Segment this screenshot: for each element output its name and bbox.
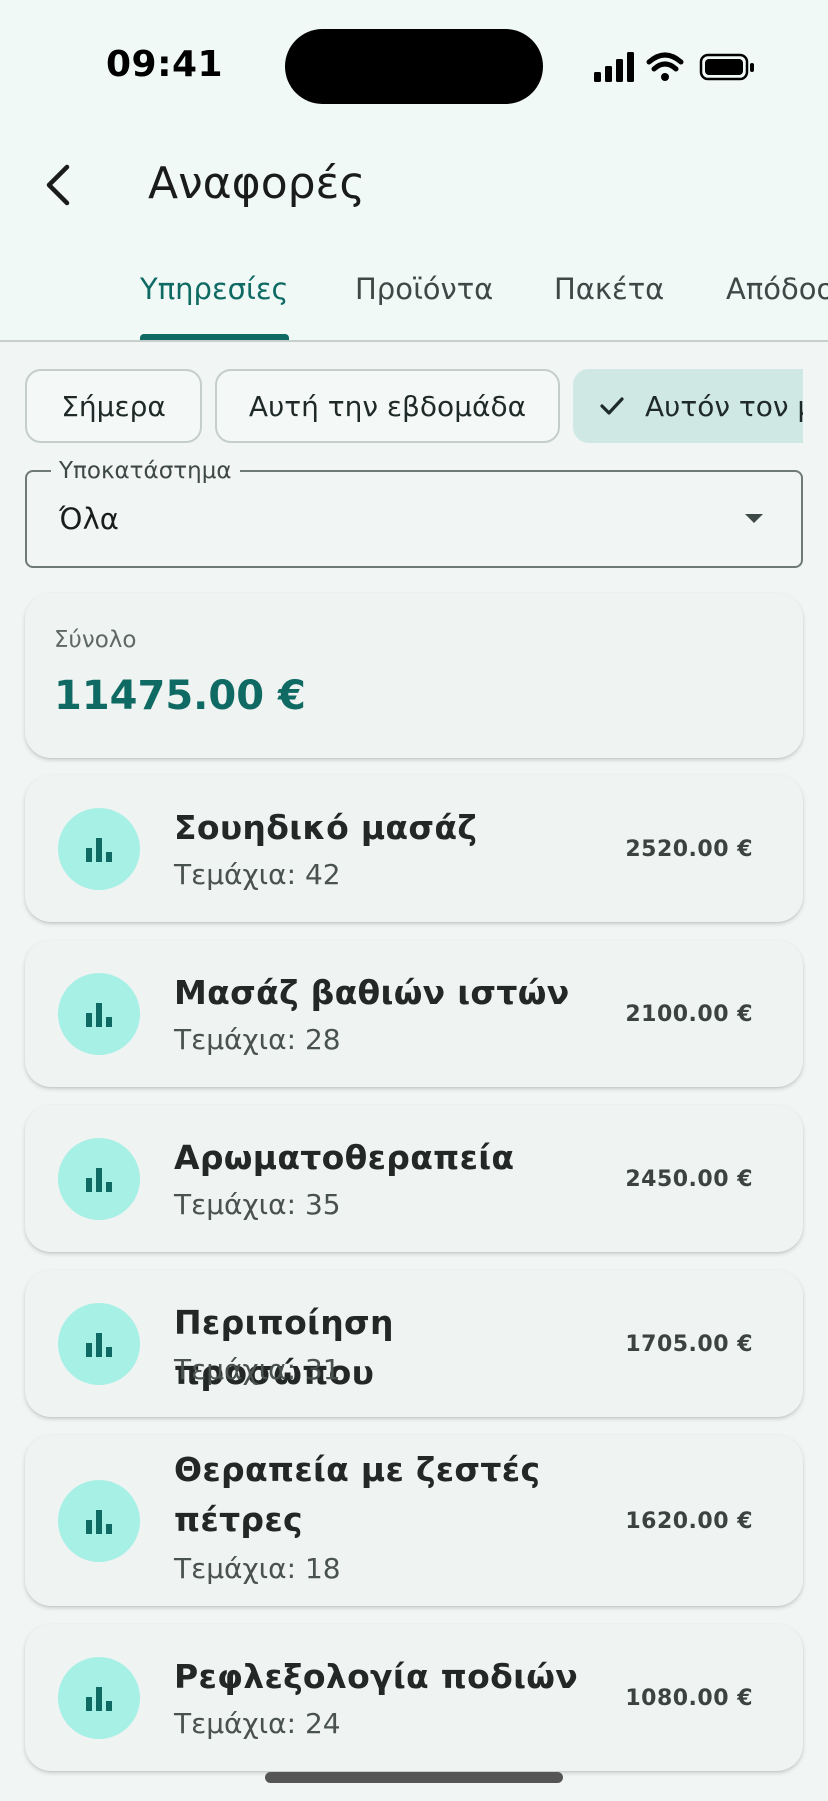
service-row[interactable]: Σουηδικό μασάζ Τεμάχια: 42 2520.00 € (25, 775, 803, 922)
service-row[interactable]: Περιποίηση προσώπου Τεμάχια: 31 1705.00 … (25, 1270, 803, 1417)
bar-chart-icon (58, 1480, 140, 1562)
service-quantity: Τεμάχια: 35 (174, 1188, 341, 1221)
wifi-icon (646, 52, 684, 81)
service-row[interactable]: Αρωματοθεραπεία Τεμάχια: 35 2450.00 € (25, 1105, 803, 1252)
chip-today-label: Σήμερα (61, 389, 166, 423)
service-quantity: Τεμάχια: 18 (174, 1552, 341, 1585)
service-amount: 2520.00 € (625, 837, 753, 862)
service-quantity: Τεμάχια: 28 (174, 1023, 341, 1056)
chip-this-month[interactable]: Αυτόν τον μήνα (573, 369, 803, 443)
total-label: Σύνολο (54, 627, 137, 653)
service-amount: 2450.00 € (625, 1167, 753, 1192)
branch-dropdown-value: Όλα (59, 502, 119, 536)
branch-dropdown[interactable]: Υποκατάστημα Όλα (25, 458, 803, 568)
service-row[interactable]: Θεραπεία με ζεστές πέτρες Τεμάχια: 18 16… (25, 1435, 803, 1606)
tabs-divider (0, 340, 828, 342)
cellular-signal-icon (594, 52, 634, 82)
page-title: Αναφορές (148, 158, 366, 209)
tab-performance[interactable]: Απόδοση (726, 272, 828, 306)
tab-packages[interactable]: Πακέτα (554, 272, 664, 306)
service-name: Σουηδικό μασάζ (174, 808, 478, 847)
service-row[interactable]: Μασάζ βαθιών ιστών Τεμάχια: 28 2100.00 € (25, 940, 803, 1087)
bar-chart-icon (58, 1138, 140, 1220)
service-name: Ρεφλεξολογία ποδιών (174, 1657, 579, 1696)
bar-chart-icon (58, 1657, 140, 1739)
bar-chart-icon (58, 973, 140, 1055)
service-quantity: Τεμάχια: 24 (174, 1707, 341, 1740)
bar-chart-icon (58, 808, 140, 890)
service-amount: 1080.00 € (625, 1686, 753, 1711)
status-icons (592, 50, 757, 86)
chip-this-week-label: Αυτή την εβδομάδα (248, 389, 527, 423)
service-amount: 1620.00 € (625, 1509, 753, 1534)
status-time: 09:41 (106, 44, 224, 85)
back-button[interactable] (28, 150, 88, 220)
chip-this-month-label: Αυτόν τον μήνα (645, 389, 803, 423)
chevron-left-icon (46, 164, 70, 206)
period-filter-chips: Σήμερα Αυτή την εβδομάδα Αυτόν τον μήνα (25, 369, 803, 447)
total-value: 11475.00 € (54, 673, 306, 719)
dropdown-arrow-icon (745, 514, 763, 523)
chip-this-week[interactable]: Αυτή την εβδομάδα (215, 369, 560, 443)
service-name: Θεραπεία με ζεστές πέτρες (174, 1450, 541, 1539)
tab-bar: Υπηρεσίες Προϊόντα Πακέτα Απόδοση (0, 250, 828, 340)
service-name: Μασάζ βαθιών ιστών (174, 973, 570, 1012)
service-amount: 2100.00 € (625, 1002, 753, 1027)
bar-chart-icon (58, 1303, 140, 1385)
service-name: Αρωματοθεραπεία (174, 1138, 515, 1177)
branch-dropdown-label: Υποκατάστημα (51, 458, 240, 484)
total-card: Σύνολο 11475.00 € (25, 593, 803, 758)
check-icon (599, 395, 625, 417)
service-quantity: Τεμάχια: 31 (174, 1353, 341, 1386)
home-indicator (265, 1772, 563, 1783)
chip-today[interactable]: Σήμερα (25, 369, 202, 443)
service-quantity: Τεμάχια: 42 (174, 858, 341, 891)
tab-services[interactable]: Υπηρεσίες (140, 272, 289, 306)
dynamic-island (285, 29, 543, 104)
tab-products[interactable]: Προϊόντα (355, 272, 493, 306)
battery-icon (699, 53, 754, 81)
service-row[interactable]: Ρεφλεξολογία ποδιών Τεμάχια: 24 1080.00 … (25, 1624, 803, 1771)
service-amount: 1705.00 € (625, 1332, 753, 1357)
